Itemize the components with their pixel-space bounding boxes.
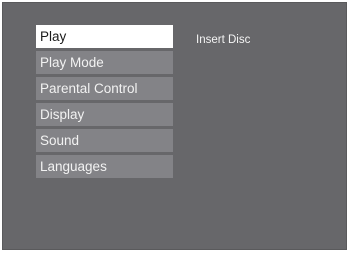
menu-item-parental-control[interactable]: Parental Control [36, 77, 173, 100]
settings-menu: Play Play Mode Parental Control Display … [36, 25, 173, 181]
menu-item-play-mode[interactable]: Play Mode [36, 51, 173, 74]
menu-item-play[interactable]: Play [36, 25, 173, 48]
menu-item-sound[interactable]: Sound [36, 129, 173, 152]
menu-item-display[interactable]: Display [36, 103, 173, 126]
osd-screen: Play Play Mode Parental Control Display … [2, 2, 347, 250]
menu-item-languages[interactable]: Languages [36, 155, 173, 178]
status-message: Insert Disc [196, 34, 251, 46]
